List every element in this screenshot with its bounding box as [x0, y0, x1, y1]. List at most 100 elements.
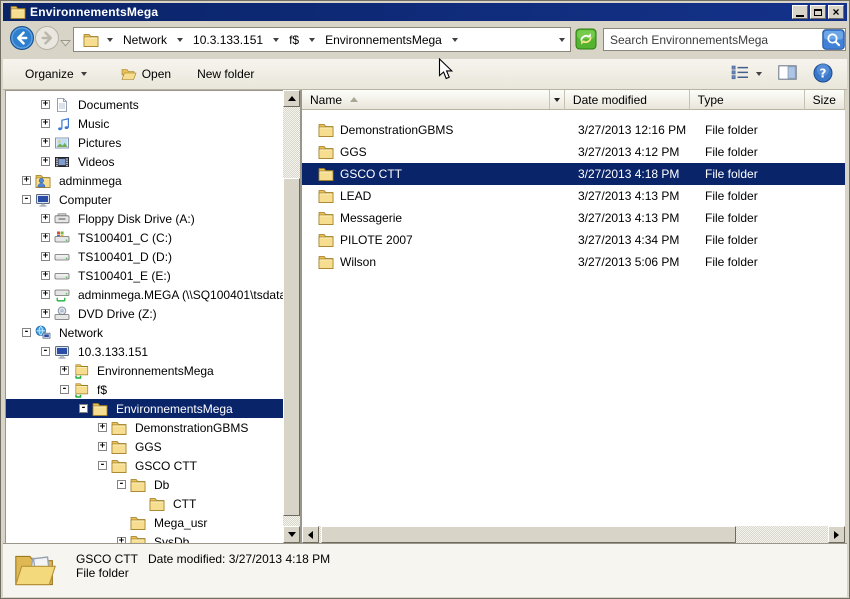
tree-item-dvd-z[interactable]: +DVD Drive (Z:)	[6, 304, 283, 323]
expand-icon[interactable]: +	[41, 157, 50, 166]
file-row-lead[interactable]: LEAD 3/27/2013 4:13 PM File folder	[302, 185, 845, 207]
tree-item-documents[interactable]: +Documents	[6, 95, 283, 114]
expand-icon[interactable]: -	[60, 385, 69, 394]
open-button[interactable]: Open	[113, 62, 179, 86]
file-date: 3/27/2013 5:06 PM	[570, 255, 697, 269]
address-bar[interactable]: Network 10.3.133.151 f$ EnvironnementsMe…	[73, 27, 571, 52]
tree-item-ggs[interactable]: +GGS	[6, 437, 283, 456]
scroll-left-button[interactable]	[302, 526, 319, 543]
organize-button[interactable]: Organize	[17, 63, 95, 85]
tree-item-drive-d[interactable]: +TS100401_D (D:)	[6, 247, 283, 266]
help-button[interactable]: ?	[811, 60, 835, 89]
drive-icon	[54, 249, 70, 265]
folder-icon	[318, 232, 334, 248]
tree-item-drive-c[interactable]: + TS100401_C (C:)	[6, 228, 283, 247]
tree-item-floppy-a[interactable]: +Floppy Disk Drive (A:)	[6, 209, 283, 228]
file-row-demonstrationgbms[interactable]: DemonstrationGBMS 3/27/2013 12:16 PM Fil…	[302, 119, 845, 141]
expand-icon[interactable]: +	[41, 233, 50, 242]
expand-icon[interactable]: +	[41, 214, 50, 223]
expand-icon[interactable]: +	[41, 290, 50, 299]
tree-item-label: TS100401_C (C:)	[75, 230, 175, 246]
expand-icon[interactable]: +	[41, 309, 50, 318]
file-row-gsco-ctt-selected[interactable]: GSCO CTT 3/27/2013 4:18 PM File folder	[302, 163, 845, 185]
scrollbar-thumb[interactable]	[321, 526, 736, 543]
expand-icon[interactable]: -	[79, 404, 88, 413]
expand-icon[interactable]: +	[60, 366, 69, 375]
tree-item-share-f[interactable]: -f$	[6, 380, 283, 399]
expand-icon[interactable]: +	[41, 100, 50, 109]
breadcrumb-host[interactable]: 10.3.133.151	[191, 31, 265, 49]
scroll-down-button[interactable]	[283, 526, 300, 543]
tree-item-sysdb[interactable]: +SysDb	[6, 532, 283, 543]
file-row-pilote-2007[interactable]: PILOTE 2007 3/27/2013 4:34 PM File folde…	[302, 229, 845, 251]
new-folder-button[interactable]: New folder	[189, 63, 262, 85]
tree-item-demonstrationgbms[interactable]: +DemonstrationGBMS	[6, 418, 283, 437]
breadcrumb-separator-icon[interactable]	[309, 38, 315, 42]
expand-icon[interactable]: +	[22, 176, 31, 185]
breadcrumb-network[interactable]: Network	[121, 31, 169, 49]
file-list-horizontal-scrollbar[interactable]	[302, 526, 845, 543]
column-header-type[interactable]: Type	[690, 90, 805, 110]
tree-item-drive-h[interactable]: +adminmega.MEGA (\\SQ100401\tsdata$) (H:…	[6, 285, 283, 304]
file-type: File folder	[697, 189, 814, 203]
scrollbar-thumb[interactable]	[283, 178, 300, 516]
address-dropdown-icon[interactable]	[559, 38, 565, 42]
breadcrumb-separator-icon[interactable]	[452, 38, 458, 42]
tree-item-mega-usr[interactable]: Mega_usr	[6, 513, 283, 532]
expand-icon[interactable]: +	[41, 252, 50, 261]
search-box[interactable]: Search EnvironnementsMega	[603, 28, 846, 51]
tree-item-drive-e[interactable]: +TS100401_E (E:)	[6, 266, 283, 285]
tree-item-share-environnementsmega[interactable]: + EnvironnementsMega	[6, 361, 283, 380]
expand-icon[interactable]: -	[22, 195, 31, 204]
refresh-button[interactable]	[575, 28, 597, 50]
breadcrumb-share[interactable]: f$	[287, 31, 301, 49]
back-button[interactable]	[9, 25, 35, 51]
column-header-date-modified[interactable]: Date modified	[565, 90, 690, 110]
tree-item-environnementsmega-selected[interactable]: -EnvironnementsMega	[6, 399, 283, 418]
expand-icon[interactable]: -	[22, 328, 31, 337]
expand-icon[interactable]: +	[41, 271, 50, 280]
scroll-right-button[interactable]	[828, 526, 845, 543]
preview-pane-button[interactable]	[776, 62, 799, 86]
tree-item-videos[interactable]: +Videos	[6, 152, 283, 171]
file-row-ggs[interactable]: GGS 3/27/2013 4:12 PM File folder	[302, 141, 845, 163]
history-dropdown[interactable]	[60, 36, 71, 50]
close-button[interactable]: ×	[828, 5, 844, 19]
tree-item-host[interactable]: -10.3.133.151	[6, 342, 283, 361]
tree-item-music[interactable]: +Music	[6, 114, 283, 133]
column-header-name[interactable]: Name	[302, 90, 565, 110]
scroll-up-button[interactable]	[283, 90, 300, 107]
tree-item-network[interactable]: - Network	[6, 323, 283, 342]
change-view-button[interactable]	[729, 62, 764, 86]
file-name: PILOTE 2007	[340, 233, 413, 247]
expand-icon[interactable]: -	[41, 347, 50, 356]
maximize-button[interactable]	[810, 5, 826, 19]
tree-item-gsco-ctt[interactable]: -GSCO CTT	[6, 456, 283, 475]
tree-item-computer[interactable]: -Computer	[6, 190, 283, 209]
tree-item-pictures[interactable]: +Pictures	[6, 133, 283, 152]
column-header-size[interactable]: Size	[805, 90, 845, 110]
expand-icon[interactable]: -	[117, 480, 126, 489]
breadcrumb-separator-icon[interactable]	[177, 38, 183, 42]
file-row-messagerie[interactable]: Messagerie 3/27/2013 4:13 PM File folder	[302, 207, 845, 229]
tree-item-adminmega[interactable]: +adminmega	[6, 171, 283, 190]
expand-icon[interactable]: +	[98, 442, 107, 451]
search-button[interactable]	[822, 29, 845, 50]
tree-item-label: EnvironnementsMega	[94, 363, 217, 379]
forward-button[interactable]	[34, 25, 60, 51]
tree-item-ctt[interactable]: CTT	[6, 494, 283, 513]
breadcrumb-separator-icon[interactable]	[107, 38, 113, 42]
breadcrumb-separator-icon[interactable]	[273, 38, 279, 42]
tree-item-label: Network	[56, 325, 106, 341]
tree-item-db[interactable]: -Db	[6, 475, 283, 494]
expand-icon[interactable]: +	[41, 138, 50, 147]
expand-icon[interactable]: +	[98, 423, 107, 432]
minimize-button[interactable]	[792, 5, 808, 19]
column-filter-button[interactable]	[549, 90, 564, 109]
expand-icon[interactable]: -	[98, 461, 107, 470]
breadcrumb-current-folder[interactable]: EnvironnementsMega	[323, 31, 444, 49]
expand-icon[interactable]: +	[41, 119, 50, 128]
file-row-wilson[interactable]: Wilson 3/27/2013 5:06 PM File folder	[302, 251, 845, 273]
search-input[interactable]: Search EnvironnementsMega	[604, 33, 822, 47]
tree-vertical-scrollbar[interactable]	[283, 90, 300, 543]
